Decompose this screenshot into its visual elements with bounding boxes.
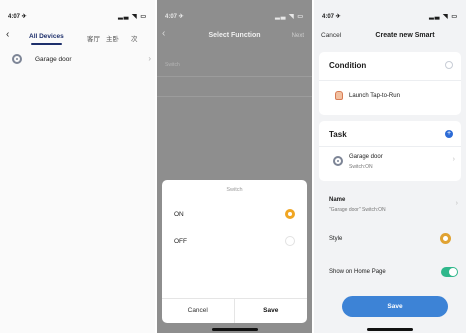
name-value: "Garage door" Switch:ON bbox=[329, 207, 386, 213]
tab-master-bedroom[interactable]: 主卧 bbox=[106, 33, 119, 43]
nav-header: Cancel Create new Smart bbox=[314, 28, 466, 44]
status-icons: ▂▃ ◥ ▭ bbox=[275, 14, 304, 20]
radio-selected-icon[interactable] bbox=[285, 209, 295, 219]
status-time: 4:07 ✈ bbox=[165, 14, 184, 20]
status-bar: 4:07 ✈ ▂▃ ◥ ▭ bbox=[0, 0, 155, 24]
page-title: Select Function bbox=[208, 32, 261, 39]
screenshot-stage: 4:07 ✈ ▂▃ ◥ ▭ ‹ All Devices 客厅 主卧 次 Gara… bbox=[0, 0, 466, 333]
chevron-right-icon: › bbox=[455, 200, 458, 207]
task-device-name[interactable]: Garage door bbox=[349, 154, 383, 160]
condition-title: Condition bbox=[329, 61, 367, 70]
name-row[interactable]: Name "Garage door" Switch:ON › bbox=[314, 197, 466, 219]
divider bbox=[157, 76, 312, 77]
show-home-label: Show on Home Page bbox=[329, 269, 386, 275]
select-function-screen: 4:07 ✈ ▂▃ ◥ ▭ ‹ Select Function Next Swi… bbox=[157, 0, 312, 333]
task-title: Task bbox=[329, 130, 347, 139]
status-time: 4:07 ✈ bbox=[322, 14, 341, 20]
tab-all-devices[interactable]: All Devices bbox=[29, 33, 64, 45]
status-time: 4:07 ✈ bbox=[8, 14, 27, 20]
save-button[interactable]: Save bbox=[342, 296, 448, 317]
nav-header: ‹ Select Function Next bbox=[157, 28, 312, 44]
function-item-switch[interactable]: Switch bbox=[165, 62, 180, 68]
option-label: OFF bbox=[174, 238, 187, 245]
radio-unselected-icon[interactable] bbox=[285, 236, 295, 246]
option-label: ON bbox=[174, 211, 184, 218]
chevron-right-icon: › bbox=[148, 54, 151, 63]
home-indicator bbox=[367, 328, 413, 331]
condition-card: Condition Launch Tap-to-Run bbox=[319, 52, 461, 115]
next-button[interactable]: Next bbox=[292, 33, 304, 39]
show-home-toggle[interactable] bbox=[441, 267, 458, 277]
show-home-row: Show on Home Page bbox=[314, 267, 466, 281]
create-smart-screen: 4:07 ✈ ▂▃ ◥ ▭ Cancel Create new Smart Co… bbox=[314, 0, 466, 333]
option-on[interactable]: ON bbox=[162, 205, 307, 225]
device-row-garage-door[interactable]: Garage door › bbox=[0, 49, 155, 71]
divider bbox=[319, 146, 461, 147]
device-list-screen: 4:07 ✈ ▂▃ ◥ ▭ ‹ All Devices 客厅 主卧 次 Gara… bbox=[0, 0, 155, 333]
save-button[interactable]: Save bbox=[235, 299, 308, 323]
sheet-actions: Cancel Save bbox=[162, 298, 307, 323]
garage-door-icon bbox=[12, 54, 22, 64]
chevron-right-icon: › bbox=[452, 156, 455, 163]
add-task-icon[interactable]: + bbox=[445, 130, 453, 138]
name-label: Name bbox=[329, 197, 346, 203]
sheet-title: Switch bbox=[226, 187, 243, 193]
status-icons: ▂▃ ◥ ▭ bbox=[118, 14, 147, 20]
divider bbox=[319, 80, 461, 81]
garage-door-icon bbox=[333, 156, 343, 166]
tap-hand-icon bbox=[335, 91, 343, 100]
divider bbox=[157, 96, 312, 97]
home-indicator bbox=[211, 328, 258, 331]
status-bar: 4:07 ✈ ▂▃ ◥ ▭ bbox=[157, 0, 312, 24]
status-bar: 4:07 ✈ ▂▃ ◥ ▭ bbox=[314, 0, 466, 24]
task-card: Task + Garage door Switch:ON › bbox=[319, 121, 461, 181]
status-icons: ▂▃ ◥ ▭ bbox=[429, 14, 458, 20]
page-title: Create new Smart bbox=[375, 32, 435, 39]
cancel-button[interactable]: Cancel bbox=[321, 32, 341, 39]
task-action: Switch:ON bbox=[349, 164, 373, 170]
switch-option-sheet: Switch ON OFF Cancel Save bbox=[162, 180, 307, 323]
back-chevron-icon[interactable]: ‹ bbox=[6, 30, 9, 40]
option-off[interactable]: OFF bbox=[162, 232, 307, 252]
room-tabs: ‹ All Devices 客厅 主卧 次 bbox=[0, 28, 155, 45]
tab-second-room[interactable]: 次 bbox=[131, 33, 138, 43]
add-condition-icon[interactable] bbox=[445, 61, 453, 69]
style-color-icon[interactable] bbox=[440, 233, 451, 244]
tab-living-room[interactable]: 客厅 bbox=[87, 33, 100, 43]
style-row[interactable]: Style bbox=[314, 233, 466, 247]
device-name: Garage door bbox=[35, 56, 72, 63]
style-label: Style bbox=[329, 236, 343, 242]
cancel-button[interactable]: Cancel bbox=[162, 299, 235, 323]
condition-item-label[interactable]: Launch Tap-to-Run bbox=[349, 93, 400, 99]
